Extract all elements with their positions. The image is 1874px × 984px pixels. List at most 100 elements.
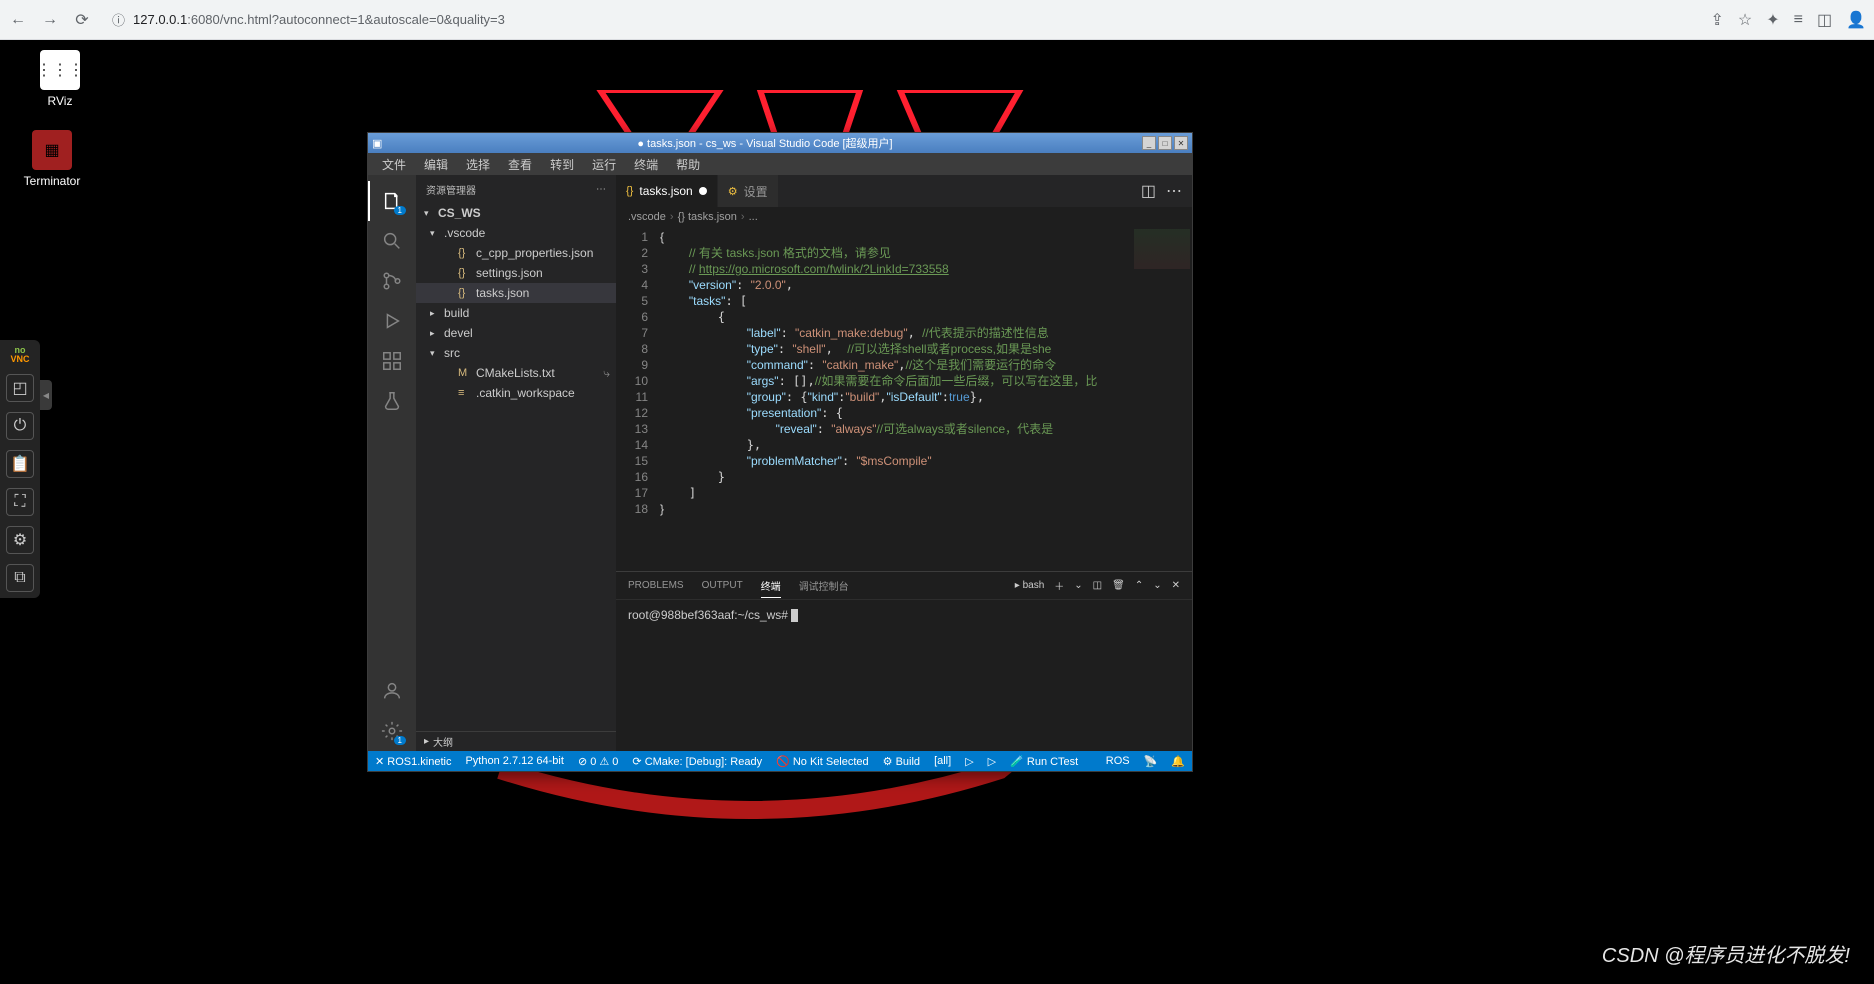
- activity-explorer[interactable]: 1: [368, 181, 416, 221]
- tree-root[interactable]: ▾CS_WS: [416, 203, 616, 223]
- status-item[interactable]: ▷: [958, 755, 980, 768]
- split-terminal-icon[interactable]: ◫: [1093, 580, 1102, 591]
- reload-button[interactable]: ⟳: [72, 10, 92, 30]
- breadcrumb-segment[interactable]: ...: [749, 211, 758, 223]
- split-editor-icon[interactable]: ◫: [1141, 181, 1156, 201]
- activity-account[interactable]: [368, 671, 416, 711]
- status-bar: ✕ ROS1.kineticPython 2.7.12 64-bit⊘ 0 ⚠ …: [368, 751, 1192, 771]
- menu-edit[interactable]: 编辑: [416, 154, 456, 175]
- forward-button[interactable]: →: [40, 10, 60, 30]
- tree-item--catkin-workspace[interactable]: ≡.catkin_workspace: [416, 383, 616, 403]
- activity-extensions[interactable]: [368, 341, 416, 381]
- terminal-shell-label[interactable]: ▸ bash: [1015, 580, 1045, 591]
- panel-tab-terminal[interactable]: 终端: [761, 574, 781, 598]
- tree-item-devel[interactable]: ▸devel: [416, 323, 616, 343]
- activity-settings[interactable]: 1: [368, 711, 416, 751]
- panel-tab-problems[interactable]: PROBLEMS: [628, 576, 684, 595]
- activity-debug[interactable]: [368, 301, 416, 341]
- new-terminal-icon[interactable]: ＋: [1054, 578, 1064, 593]
- terminal[interactable]: root@988bef363aaf:~/cs_ws#: [616, 600, 1192, 751]
- novnc-drag-icon[interactable]: ◰: [6, 374, 34, 402]
- tab-tasks-json[interactable]: {} tasks.json: [616, 175, 718, 207]
- desktop-icon-terminator[interactable]: ▦ Terminator: [12, 130, 92, 188]
- tree-item-tasks-json[interactable]: {}tasks.json: [416, 283, 616, 303]
- kill-terminal-icon[interactable]: 🗑: [1112, 580, 1125, 591]
- status-item[interactable]: ✕ ROS1.kinetic: [368, 755, 458, 768]
- status-item[interactable]: 🔔: [1164, 755, 1192, 768]
- line-gutter: 123456789101112131415161718: [616, 227, 660, 571]
- novnc-clipboard-icon[interactable]: 📋: [6, 450, 34, 478]
- code-content[interactable]: { // 有关 tasks.json 格式的文档，请参见 // https://…: [660, 227, 1132, 571]
- reading-list-icon[interactable]: ≡: [1794, 11, 1803, 29]
- status-item[interactable]: 🧪 Run CTest: [1003, 755, 1085, 768]
- novnc-power-icon[interactable]: ⏻: [6, 412, 34, 440]
- sidebar-more-icon[interactable]: ⋯: [596, 184, 606, 195]
- panel-close-icon[interactable]: ✕: [1172, 580, 1180, 591]
- status-item[interactable]: ⊘ 0 ⚠ 0: [571, 755, 625, 768]
- tab-label: 设置: [744, 183, 768, 200]
- info-icon: ⓘ: [112, 10, 125, 29]
- extensions-icon[interactable]: ✦: [1766, 10, 1779, 30]
- sidepanel-icon[interactable]: ◫: [1817, 10, 1832, 30]
- tree-item-settings-json[interactable]: {}settings.json: [416, 263, 616, 283]
- menu-run[interactable]: 运行: [584, 154, 624, 175]
- activity-testing[interactable]: [368, 381, 416, 421]
- breadcrumb-segment[interactable]: {} tasks.json: [678, 211, 737, 223]
- window-titlebar[interactable]: ▣ ● tasks.json - cs_ws - Visual Studio C…: [368, 133, 1192, 153]
- terminal-dropdown-icon[interactable]: ⌄: [1074, 580, 1082, 591]
- panel-hide-icon[interactable]: ⌄: [1153, 580, 1161, 591]
- tree-item-build[interactable]: ▸build: [416, 303, 616, 323]
- file-tree: ▾CS_WS ▾.vscode{}c_cpp_properties.json{}…: [416, 203, 616, 731]
- panel-tab-debug-console[interactable]: 调试控制台: [799, 574, 849, 597]
- status-item[interactable]: Python 2.7.12 64-bit: [458, 755, 570, 767]
- status-item[interactable]: ⟳ CMake: [Debug]: Ready: [625, 755, 769, 768]
- terminal-prompt: root@988bef363aaf:~/cs_ws#: [628, 608, 791, 622]
- menu-terminal[interactable]: 终端: [626, 154, 666, 175]
- window-title: ● tasks.json - cs_ws - Visual Studio Cod…: [388, 135, 1142, 151]
- close-button[interactable]: ✕: [1174, 136, 1188, 150]
- menu-go[interactable]: 转到: [542, 154, 582, 175]
- tree-item--vscode[interactable]: ▾.vscode: [416, 223, 616, 243]
- back-button[interactable]: ←: [8, 10, 28, 30]
- status-item[interactable]: 🚫 No Kit Selected: [769, 755, 876, 768]
- tree-item-src[interactable]: ▾src: [416, 343, 616, 363]
- novnc-fullscreen-icon[interactable]: ⛶: [6, 488, 34, 516]
- star-icon[interactable]: ☆: [1738, 10, 1752, 30]
- status-item[interactable]: [all]: [927, 755, 958, 767]
- gear-icon: ⚙: [728, 185, 738, 198]
- breadcrumb[interactable]: .vscode › {} tasks.json › ...: [616, 207, 1192, 227]
- menu-bar: 文件 编辑 选择 查看 转到 运行 终端 帮助: [368, 153, 1192, 175]
- status-item[interactable]: 📡: [1137, 755, 1165, 768]
- activity-scm[interactable]: [368, 261, 416, 301]
- novnc-disconnect-icon[interactable]: ⧉: [6, 564, 34, 592]
- desktop-icon-label: Terminator: [24, 174, 81, 188]
- tab-more-icon[interactable]: ⋯: [1166, 181, 1182, 201]
- panel-maximize-icon[interactable]: ⌃: [1135, 580, 1143, 591]
- activity-search[interactable]: [368, 221, 416, 261]
- profile-icon[interactable]: 👤: [1846, 10, 1866, 30]
- outline-section[interactable]: ▸大纲: [416, 731, 616, 751]
- code-editor[interactable]: 123456789101112131415161718 { // 有关 task…: [616, 227, 1192, 571]
- tab-settings[interactable]: ⚙ 设置: [718, 175, 779, 207]
- address-bar[interactable]: ⓘ 127.0.0.1:6080/vnc.html?autoconnect=1&…: [104, 6, 1698, 33]
- status-item[interactable]: ROS: [1099, 755, 1137, 767]
- menu-help[interactable]: 帮助: [668, 154, 708, 175]
- menu-view[interactable]: 查看: [500, 154, 540, 175]
- minimap[interactable]: [1132, 227, 1192, 571]
- novnc-panel: noVNC ◰ ⏻ 📋 ⛶ ⚙ ⧉: [0, 340, 40, 598]
- breadcrumb-segment[interactable]: .vscode: [628, 211, 666, 223]
- share-icon[interactable]: ⇪: [1710, 10, 1723, 30]
- panel-tab-output[interactable]: OUTPUT: [702, 576, 743, 595]
- maximize-button[interactable]: □: [1158, 136, 1172, 150]
- status-item[interactable]: ⚙ Build: [876, 755, 927, 768]
- tree-item-c-cpp-properties-json[interactable]: {}c_cpp_properties.json: [416, 243, 616, 263]
- menu-selection[interactable]: 选择: [458, 154, 498, 175]
- minimize-button[interactable]: _: [1142, 136, 1156, 150]
- novnc-collapse-handle[interactable]: ◀: [40, 380, 52, 410]
- menu-file[interactable]: 文件: [374, 154, 414, 175]
- status-item[interactable]: ▷: [981, 755, 1003, 768]
- novnc-settings-icon[interactable]: ⚙: [6, 526, 34, 554]
- url-path: :6080/vnc.html?autoconnect=1&autoscale=0…: [187, 12, 505, 27]
- desktop-icon-rviz[interactable]: ⋮⋮⋮ RViz: [20, 50, 100, 108]
- tree-item-cmakelists-txt[interactable]: MCMakeLists.txt⤷: [416, 363, 616, 383]
